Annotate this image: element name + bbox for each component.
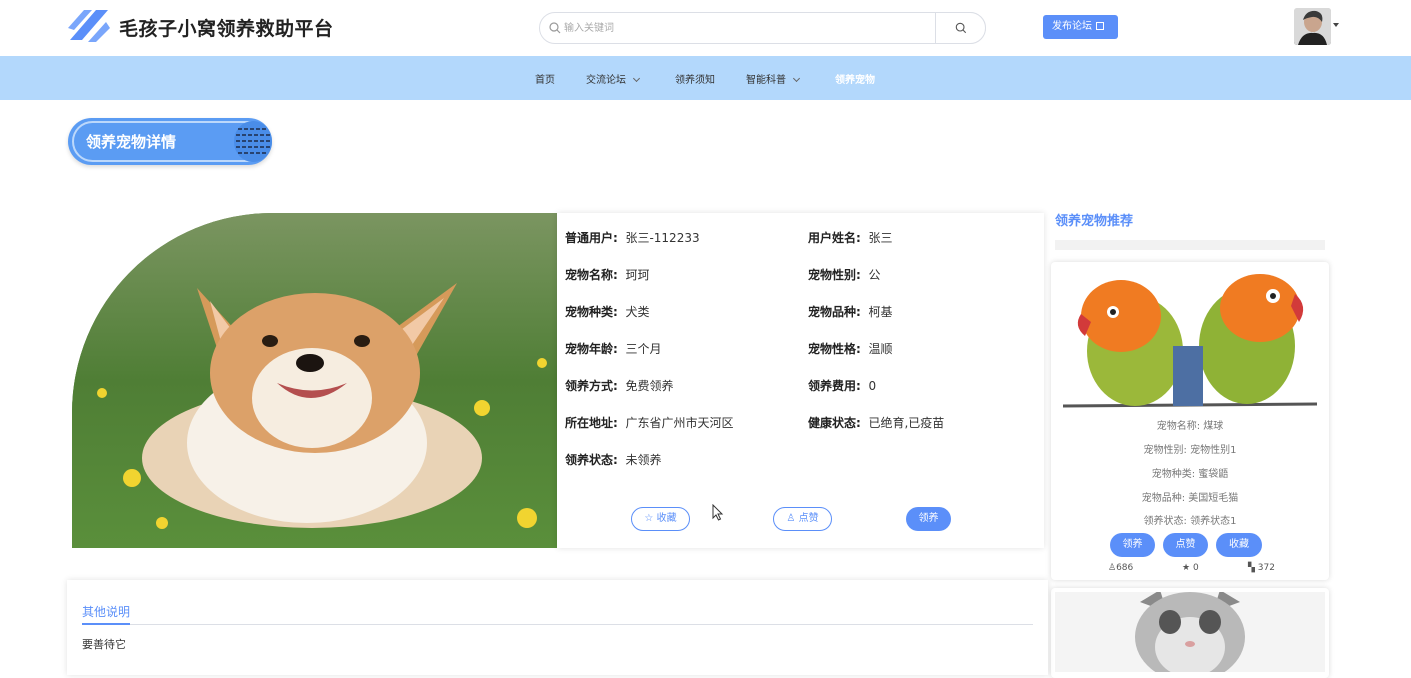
chevron-down-icon <box>632 74 641 83</box>
nav-item-science[interactable]: 智能科普 <box>746 71 801 86</box>
info-field-user: 普通用户: 张三-112233 <box>565 231 700 245</box>
stripes-decoration-icon <box>234 121 272 162</box>
info-field-pet-type: 宠物种类: 犬类 <box>565 305 650 319</box>
pet-photo <box>72 213 557 548</box>
thumbs-up-icon: ♙ <box>1108 563 1117 573</box>
nav-item-adopt-pets[interactable]: 领养宠物 <box>835 71 875 86</box>
info-field-pet-gender: 宠物性别: 公 <box>808 268 881 282</box>
publish-forum-label: 发布论坛 <box>1052 21 1092 32</box>
info-field-adopt-status: 领养状态: 未领养 <box>565 453 662 467</box>
info-field-health: 健康状态: 已绝育,已疫苗 <box>808 416 945 430</box>
recommend-collect-button[interactable]: 收藏 <box>1216 533 1262 557</box>
recommend-divider <box>1055 240 1325 250</box>
main-nav: 首页 交流论坛 领养须知 智能科普 领养宠物 <box>0 56 1411 100</box>
nav-item-forum[interactable]: 交流论坛 <box>586 71 641 86</box>
tab-other-description[interactable]: 其他说明 <box>82 603 130 620</box>
star-icon: ★ <box>1182 563 1191 573</box>
thumbs-up-icon: ♙ <box>786 513 796 524</box>
info-field-adopt-method: 领养方式: 免费领养 <box>565 379 674 393</box>
other-description-text: 要善待它 <box>82 638 126 651</box>
book-icon: ▚ <box>1248 563 1255 573</box>
info-field-username: 用户姓名: 张三 <box>808 231 893 245</box>
like-button[interactable]: ♙ 点赞 <box>773 507 832 531</box>
recommend-title: 领养宠物推荐 <box>1055 214 1134 229</box>
logo-icon[interactable] <box>66 6 112 46</box>
avatar-dropdown-icon[interactable] <box>1333 23 1339 27</box>
parrot-image <box>1055 266 1325 411</box>
info-field-address: 所在地址: 广东省广州市天河区 <box>565 416 734 430</box>
avatar[interactable] <box>1294 8 1331 45</box>
recommend-adopt-button[interactable]: 领养 <box>1110 533 1155 557</box>
other-description-card <box>67 580 1048 675</box>
recommend-pet-name: 宠物名称: 煤球 <box>1156 421 1224 432</box>
recommend-pet-status: 领养状态: 领养状态1 <box>1143 516 1237 527</box>
search-icon <box>955 22 967 34</box>
info-field-pet-age: 宠物年龄: 三个月 <box>565 342 662 356</box>
section-title-badge: 领养宠物详情 <box>68 118 272 165</box>
nav-item-home[interactable]: 首页 <box>535 71 555 86</box>
search-input[interactable] <box>564 18 944 38</box>
info-field-pet-temper: 宠物性格: 温顺 <box>808 342 893 356</box>
tab-divider <box>82 624 1033 625</box>
chevron-down-icon <box>792 74 801 83</box>
recommend-likes-count: ♙686 <box>1108 563 1134 573</box>
nav-item-adoption-notice[interactable]: 领养须知 <box>675 71 715 86</box>
search-icon <box>549 22 561 34</box>
recommend-pet-gender: 宠物性别: 宠物性别1 <box>1143 445 1237 456</box>
info-field-pet-breed: 宠物品种: 柯基 <box>808 305 893 319</box>
search-button[interactable] <box>935 12 986 44</box>
kitten-image <box>1055 592 1325 672</box>
site-title: 毛孩子小窝领养救助平台 <box>119 18 334 40</box>
collect-button[interactable]: ☆ 收藏 <box>631 507 690 531</box>
adopt-button[interactable]: 领养 <box>906 507 951 531</box>
recommend-stars-count: ★ 0 <box>1182 563 1199 573</box>
publish-forum-button[interactable]: 发布论坛 <box>1043 15 1118 39</box>
recommend-views-count: ▚ 372 <box>1248 563 1275 573</box>
info-field-adopt-fee: 领养费用: 0 <box>808 379 877 393</box>
recommend-pet-image <box>1055 266 1325 411</box>
mouse-cursor-icon <box>712 504 724 521</box>
recommend-pet-image <box>1055 592 1325 672</box>
search-box <box>539 12 986 44</box>
recommend-pet-breed: 宠物品种: 美国短毛猫 <box>1141 493 1239 504</box>
recommend-pet-type: 宠物种类: 蜜袋鼯 <box>1151 469 1229 480</box>
top-header: 毛孩子小窝领养救助平台 发布论坛 <box>0 0 1411 56</box>
external-link-icon <box>1096 22 1104 30</box>
info-field-pet-name: 宠物名称: 珂珂 <box>565 268 650 282</box>
recommend-like-button[interactable]: 点赞 <box>1163 533 1208 557</box>
avatar-image <box>1294 8 1331 45</box>
section-title: 领养宠物详情 <box>86 133 177 151</box>
tab-active-indicator <box>82 623 130 625</box>
star-icon: ☆ <box>644 513 654 524</box>
corgi-image <box>72 213 557 548</box>
